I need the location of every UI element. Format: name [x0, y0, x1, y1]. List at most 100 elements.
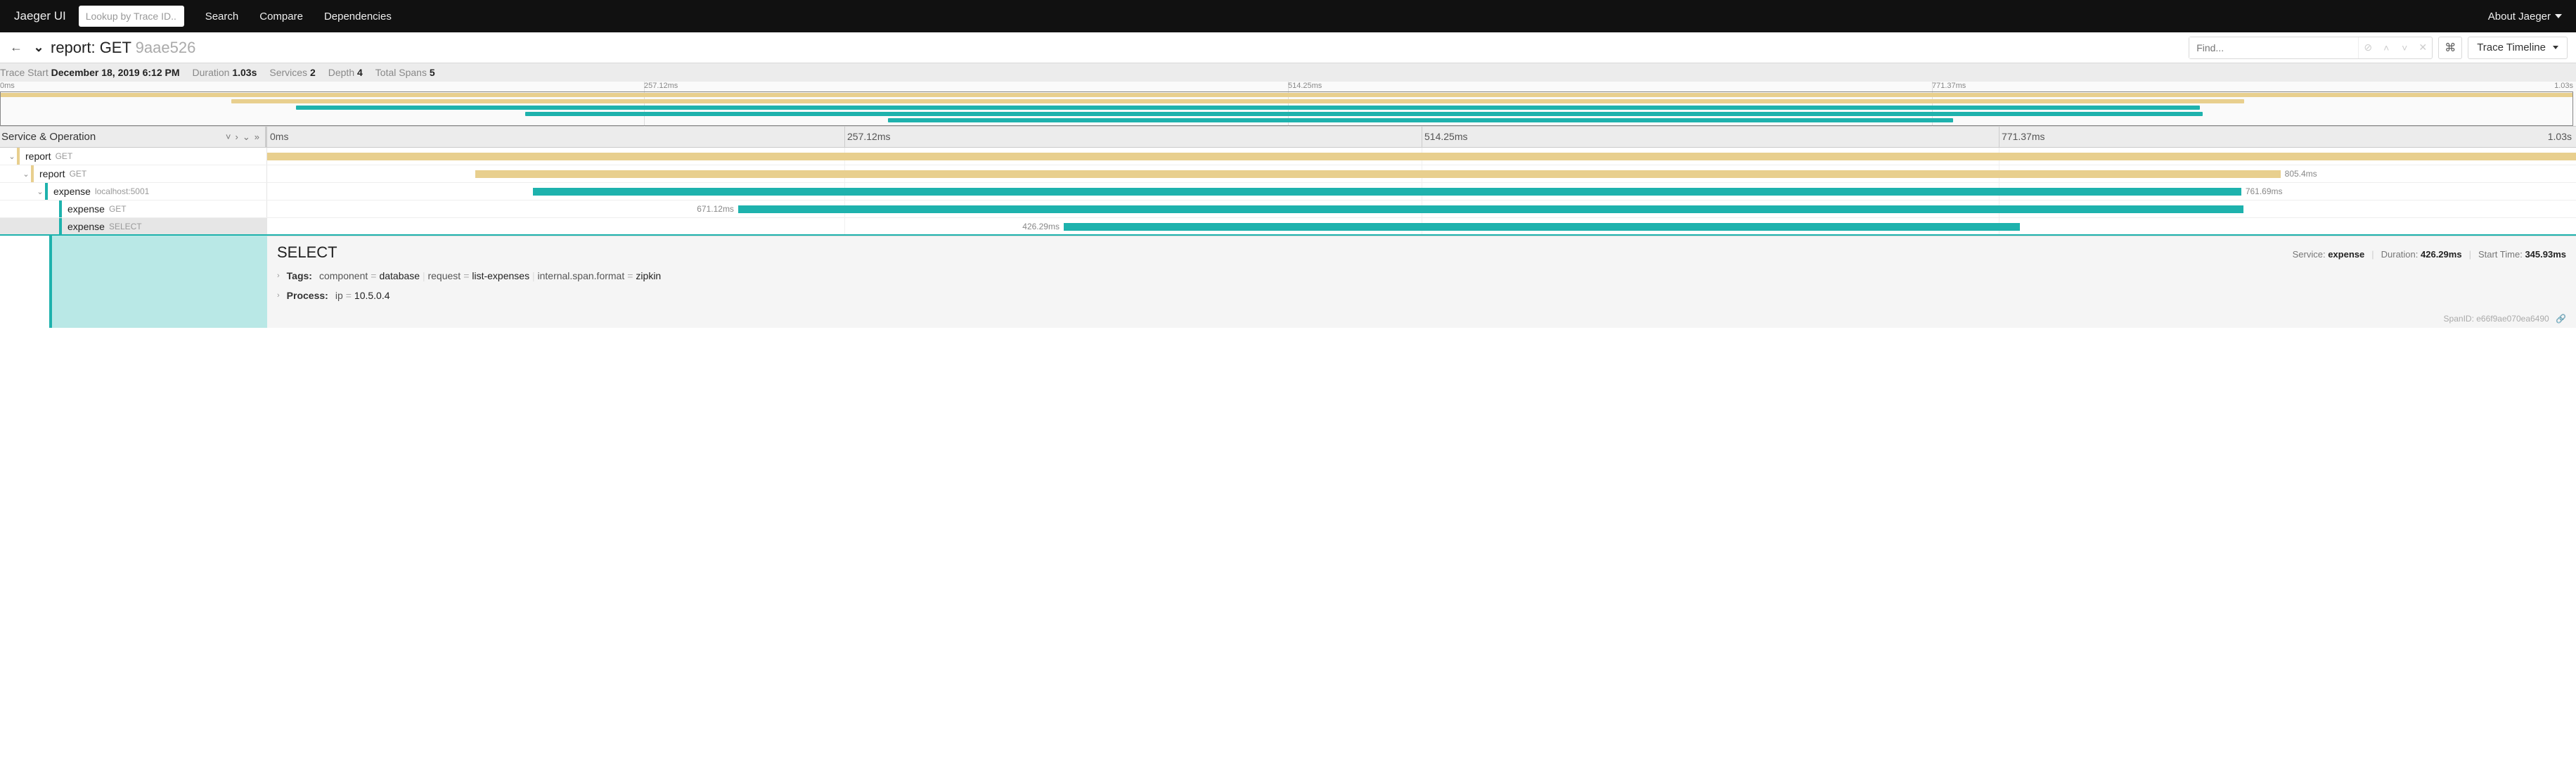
services-label: Services [269, 67, 307, 78]
span-row[interactable]: ⌄reportGET805.4ms [0, 165, 2576, 183]
kv-pair: request=list-expenses [427, 270, 529, 281]
trace-header: ← ⌄ report: GET 9aae526 ⊘ ˄ ˅ ✕ ⌘ Trace … [0, 32, 2576, 63]
span-operation: SELECT [109, 222, 142, 231]
timeline-tick: 257.12ms [847, 131, 890, 142]
spanid-value: e66f9ae070ea6490 [2476, 314, 2549, 324]
kv-pair: component=database [319, 270, 420, 281]
find-next-icon[interactable]: ˅ [2395, 37, 2414, 58]
find-input[interactable] [2189, 37, 2358, 58]
nav-dependencies[interactable]: Dependencies [324, 11, 392, 23]
trace-view-select[interactable]: Trace Timeline [2468, 37, 2568, 59]
timeline-tick: 0ms [270, 131, 288, 142]
detail-tags-row[interactable]: › Tags: component=database | request=lis… [277, 270, 2566, 281]
trace-summary: Trace Start December 18, 2019 6:12 PM Du… [0, 63, 2576, 82]
span-operation: localhost:5001 [95, 186, 149, 196]
span-color-bar [17, 148, 20, 165]
detail-operation: SELECT [277, 243, 337, 262]
trace-view-label: Trace Timeline [2477, 42, 2546, 53]
chevron-down-icon [2553, 46, 2558, 49]
expand-all-icon[interactable]: » [255, 132, 259, 143]
span-service: expense [67, 203, 105, 215]
caret-right-icon[interactable]: › [277, 272, 280, 280]
duration-value: 1.03s [232, 67, 257, 78]
span-row[interactable]: ⌄ report GET [0, 148, 2576, 165]
span-toggle[interactable]: ⌄ [21, 170, 31, 179]
spanid-label: SpanID: [2444, 314, 2474, 324]
span-row[interactable]: expense GET 671.12ms [0, 200, 2576, 218]
link-icon[interactable]: 🔗 [2556, 314, 2566, 324]
minimap-tick: 1.03s [2554, 82, 2573, 90]
total-spans-value: 5 [430, 67, 435, 78]
find-box: ⊘ ˄ ˅ ✕ [2189, 37, 2433, 59]
span-row[interactable]: ⌄ expense localhost:5001 761.69ms [0, 183, 2576, 200]
span-bar[interactable] [533, 188, 2241, 196]
span-duration: 805.4ms [2285, 169, 2317, 179]
span-operation: GET [109, 204, 127, 214]
about-jaeger[interactable]: About Jaeger [2488, 11, 2562, 23]
kv-pair: ip=10.5.0.4 [335, 290, 390, 301]
detail-service: expense [2328, 249, 2364, 260]
total-spans-label: Total Spans [375, 67, 427, 78]
span-service: report [39, 168, 65, 179]
find-prev-icon[interactable]: ˄ [2377, 37, 2395, 58]
span-service: expense [67, 221, 105, 232]
span-service: report [25, 151, 51, 162]
span-row[interactable]: expense SELECT 426.29ms [0, 218, 2576, 236]
timeline-tick: 514.25ms [1424, 131, 1467, 142]
detail-duration-label: Duration: [2381, 249, 2419, 260]
span-bar[interactable] [738, 205, 2243, 213]
span-service: expense [53, 186, 91, 197]
detail-service-label: Service: [2293, 249, 2326, 260]
trace-minimap[interactable]: 0ms257.12ms514.25ms771.37ms1.03s [0, 82, 2576, 127]
expand-one-icon[interactable]: › [236, 132, 238, 143]
tree-controls: ˅ › ⌄ » [226, 132, 259, 143]
find-clear-icon[interactable]: ⊘ [2359, 37, 2377, 58]
depth-value: 4 [357, 67, 363, 78]
about-label: About Jaeger [2488, 11, 2551, 23]
span-toggle[interactable]: ⌄ [35, 187, 45, 196]
find-close-icon[interactable]: ✕ [2414, 37, 2432, 58]
depth-label: Depth [328, 67, 354, 78]
back-button[interactable]: ← [8, 40, 24, 55]
collapse-one-icon[interactable]: ˅ [226, 132, 231, 143]
span-bar[interactable] [267, 153, 2576, 160]
span-operation: GET [56, 151, 73, 161]
nav-compare[interactable]: Compare [259, 11, 303, 23]
trace-start-label: Trace Start [0, 67, 49, 78]
column-header: Service & Operation ˅ › ⌄ » 0ms 257.12ms 5… [0, 127, 2576, 148]
service-operation-header: Service & Operation [1, 131, 96, 143]
span-bar[interactable] [1064, 223, 2020, 231]
minimap-tick: 514.25ms [1288, 82, 1322, 90]
duration-label: Duration [193, 67, 230, 78]
span-duration: 761.69ms [2246, 186, 2283, 196]
process-label: Process: [287, 290, 328, 301]
span-detail-row: SELECT Service: expense | Duration: 426.… [0, 236, 2576, 328]
detail-duration: 426.29ms [2421, 249, 2462, 260]
span-detail: SELECT Service: expense | Duration: 426.… [267, 236, 2576, 328]
span-color-bar [31, 165, 34, 182]
kv-pair: internal.span.format=zipkin [538, 270, 662, 281]
caret-right-icon[interactable]: › [277, 291, 280, 300]
span-list: ⌄ report GET ⌄ report GET 805.4ms ⌄ expense local… [0, 148, 2576, 236]
span-color-bar [59, 200, 62, 217]
nav-links: Search Compare Dependencies [205, 11, 392, 23]
timeline-tick: 1.03s [2548, 131, 2572, 142]
detail-process-row[interactable]: › Process: ip=10.5.0.4 [277, 290, 2566, 301]
trace-lookup-input[interactable] [79, 6, 184, 27]
trace-title: report: GET 9aae526 [51, 39, 195, 57]
span-duration: 671.12ms [697, 204, 734, 214]
keyboard-shortcuts-button[interactable]: ⌘ [2438, 37, 2462, 59]
collapse-toggle[interactable]: ⌄ [31, 40, 46, 55]
minimap-view-range[interactable] [0, 91, 2573, 126]
span-toggle[interactable]: ⌄ [7, 152, 17, 161]
minimap-tick: 257.12ms [644, 82, 678, 90]
span-bar[interactable] [475, 170, 2281, 178]
trace-start-value: December 18, 2019 6:12 PM [51, 67, 180, 78]
brand[interactable]: Jaeger UI [14, 9, 66, 23]
collapse-all-icon[interactable]: ⌄ [243, 132, 250, 143]
span-color-bar [59, 218, 62, 234]
span-duration: 426.29ms [1022, 222, 1060, 231]
trace-title-main: report: GET [51, 39, 131, 56]
nav-search[interactable]: Search [205, 11, 239, 23]
span-color-bar [45, 183, 48, 200]
